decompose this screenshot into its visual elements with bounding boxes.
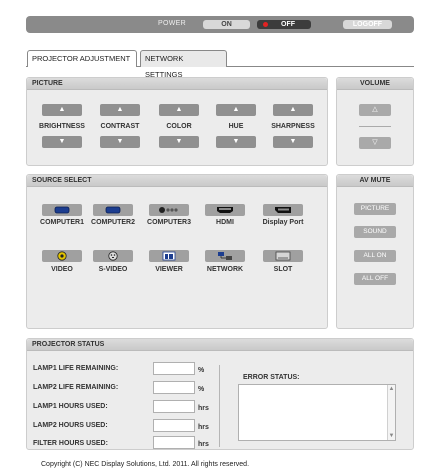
logoff-button[interactable]: LOGOFF [343, 20, 392, 29]
filter-hours-label: FILTER HOURS USED: [33, 440, 108, 447]
error-status-label: ERROR STATUS: [243, 374, 300, 381]
source-slot-button[interactable] [263, 250, 303, 262]
hue-label: HUE [228, 123, 244, 130]
lamp2-life-label: LAMP2 LIFE REMAINING: [33, 384, 119, 391]
network-icon [218, 252, 232, 260]
lamp2-hours-unit: hrs [198, 424, 209, 431]
volume-panel: VOLUME [336, 77, 414, 166]
source-computer2-label: COMPUTER2 [91, 219, 135, 226]
error-status-textarea[interactable]: ▲ ▼ [238, 384, 396, 441]
source-computer1-button[interactable] [42, 204, 82, 216]
volume-down-button[interactable]: ▽ [359, 137, 391, 149]
contrast-down-button[interactable]: ▼ [100, 136, 140, 148]
contrast-label: CONTRAST [100, 123, 140, 130]
error-status-scrollbar[interactable]: ▲ ▼ [387, 385, 395, 440]
av-mute-title: AV MUTE [337, 175, 413, 187]
source-svideo-button[interactable] [93, 250, 133, 262]
power-on-button[interactable]: ON [203, 20, 250, 29]
sharpness-down-button[interactable]: ▼ [273, 136, 313, 148]
source-select-title: SOURCE SELECT [27, 175, 327, 187]
lamp1-life-unit: % [198, 367, 205, 374]
sharpness-up-button[interactable]: ▲ [273, 104, 313, 116]
hue-up-button[interactable]: ▲ [216, 104, 256, 116]
source-computer3-button[interactable] [149, 204, 189, 216]
vga-icon [105, 206, 121, 214]
source-network-button[interactable] [205, 250, 245, 262]
source-hdmi-label: HDMI [216, 219, 234, 226]
lamp2-hours-label: LAMP2 HOURS USED: [33, 422, 108, 429]
source-displayport-label: Display Port [262, 219, 304, 226]
slot-icon [275, 251, 291, 261]
viewer-icon [162, 251, 176, 261]
component-icon [159, 207, 178, 213]
brightness-down-button[interactable]: ▼ [42, 136, 82, 148]
lamp2-life-unit: % [198, 386, 205, 393]
lamp1-hours-unit: hrs [198, 405, 209, 412]
copyright-text: Copyright (C) NEC Display Solutions, Ltd… [41, 461, 250, 468]
filter-hours-unit: hrs [198, 441, 209, 448]
source-hdmi-button[interactable] [205, 204, 245, 216]
lamp2-hours-field [153, 419, 195, 432]
power-off-label: OFF [281, 21, 295, 28]
av-mute-all-on-button[interactable]: ALL ON [354, 250, 396, 262]
sharpness-label: SHARPNESS [271, 123, 315, 130]
lamp1-life-label: LAMP1 LIFE REMAINING: [33, 365, 119, 372]
source-viewer-button[interactable] [149, 250, 189, 262]
volume-up-button[interactable]: △ [359, 104, 391, 116]
scroll-down-icon[interactable]: ▼ [388, 433, 395, 439]
source-slot-label: SLOT [273, 266, 293, 273]
power-off-button[interactable]: OFF [257, 20, 311, 29]
source-computer2-button[interactable] [93, 204, 133, 216]
filter-hours-field [153, 436, 195, 449]
scroll-up-icon[interactable]: ▲ [388, 386, 395, 392]
status-divider [219, 365, 220, 447]
color-up-button[interactable]: ▲ [159, 104, 199, 116]
projector-status-title: PROJECTOR STATUS [27, 339, 413, 351]
displayport-icon [275, 207, 291, 213]
tab-projector-adjustment[interactable]: PROJECTOR ADJUSTMENT [27, 50, 137, 67]
volume-panel-title: VOLUME [337, 78, 413, 90]
color-label: COLOR [166, 123, 192, 130]
source-viewer-label: VIEWER [155, 266, 183, 273]
av-mute-all-off-button[interactable]: ALL OFF [354, 273, 396, 285]
picture-controls: ▲ BRIGHTNESS ▼ ▲ CONTRAST ▼ ▲ COLOR ▼ ▲ … [26, 77, 328, 166]
source-computer3-label: COMPUTER3 [147, 219, 191, 226]
source-displayport-button[interactable] [263, 204, 303, 216]
power-label: POWER [158, 20, 186, 27]
source-network-label: NETWORK [206, 266, 244, 273]
lamp1-life-field [153, 362, 195, 375]
power-off-indicator-icon [263, 22, 268, 27]
hue-down-button[interactable]: ▼ [216, 136, 256, 148]
vga-icon [54, 206, 70, 214]
tab-network-settings[interactable]: NETWORK SETTINGS [140, 50, 227, 79]
contrast-up-button[interactable]: ▲ [100, 104, 140, 116]
lamp1-hours-label: LAMP1 HOURS USED: [33, 403, 108, 410]
volume-divider [359, 126, 391, 127]
av-mute-sound-button[interactable]: SOUND [354, 226, 396, 238]
lamp1-hours-field [153, 400, 195, 413]
brightness-label: BRIGHTNESS [39, 123, 85, 130]
rca-icon [57, 251, 67, 261]
color-down-button[interactable]: ▼ [159, 136, 199, 148]
av-mute-picture-button[interactable]: PICTURE [354, 203, 396, 215]
brightness-up-button[interactable]: ▲ [42, 104, 82, 116]
svideo-icon [108, 251, 118, 261]
source-svideo-label: S-VIDEO [98, 266, 128, 273]
hdmi-icon [217, 207, 233, 213]
lamp2-life-field [153, 381, 195, 394]
source-video-button[interactable] [42, 250, 82, 262]
